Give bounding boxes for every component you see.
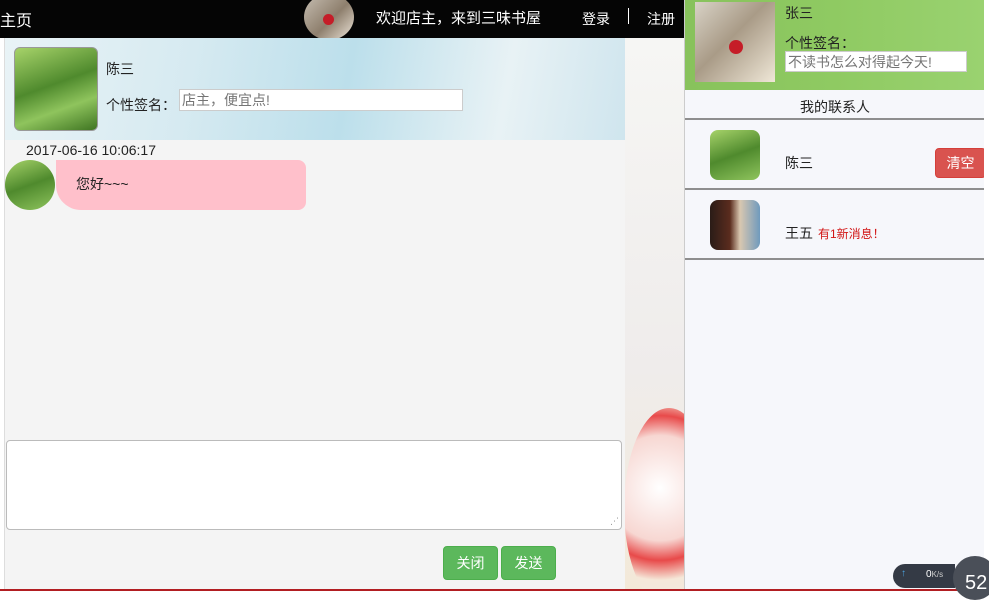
my-avatar — [695, 2, 775, 82]
new-message-badge: 有1新消息！ — [818, 227, 885, 241]
contacts-title: 我的联系人 — [800, 99, 870, 115]
my-signature-label: 个性签名： — [785, 35, 855, 51]
chat-header: 陈三 个性签名： — [5, 38, 625, 140]
message-timestamp: 2017-06-16 10:06:17 — [26, 142, 156, 158]
net-speed-widget: ↑ 0K/s — [893, 564, 955, 588]
contact-avatar — [710, 200, 760, 250]
contact-item[interactable]: 王五 有1新消息！ — [685, 188, 985, 260]
message-compose-textarea[interactable]: ⋰ — [6, 440, 622, 530]
upload-arrow-icon: ↑ — [901, 568, 906, 579]
my-profile-header: 张三 个性签名： — [685, 0, 985, 90]
page-edge — [984, 0, 989, 591]
message-text: 您好~~~ — [76, 176, 129, 192]
flower-decoration — [624, 408, 684, 591]
contact-item[interactable]: 陈三 清空 — [685, 118, 986, 188]
contacts-panel: 张三 个性签名： 我的联系人 陈三 清空 王五 有1新消息！ — [684, 0, 986, 591]
dial-value: 52 — [965, 572, 988, 594]
close-button[interactable]: 关闭 — [443, 546, 498, 580]
login-link[interactable]: 登录 — [582, 9, 610, 29]
nav-divider — [628, 8, 629, 24]
partner-signature-label: 个性签名： — [106, 97, 176, 113]
contact-name: 陈三 — [785, 155, 813, 171]
rose-decoration — [729, 40, 743, 54]
background-flower-image — [624, 38, 684, 591]
message-bubble: 您好~~~ — [56, 160, 306, 210]
my-name: 张三 — [785, 5, 813, 21]
partner-avatar — [14, 47, 98, 131]
contact-name: 王五 — [785, 225, 813, 241]
message-avatar — [5, 160, 55, 210]
rose-decoration — [323, 14, 334, 25]
chat-window: 陈三 个性签名： 2017-06-16 10:06:17 您好~~~ ⋰ 关闭 … — [4, 38, 625, 591]
send-button[interactable]: 发送 — [501, 546, 556, 580]
partner-signature-input[interactable] — [179, 89, 463, 111]
home-link[interactable]: 主页 — [0, 7, 32, 31]
welcome-text: 欢迎店主，来到三味书屋 — [376, 10, 542, 27]
register-link[interactable]: 注册 — [647, 9, 675, 29]
my-signature-input[interactable] — [785, 51, 967, 72]
net-speed-value: 0K/s — [926, 569, 944, 580]
resize-grip-icon[interactable]: ⋰ — [610, 516, 619, 527]
speed-dial: 52 — [953, 556, 989, 600]
partner-name: 陈三 — [106, 61, 134, 77]
user-avatar[interactable] — [304, 0, 354, 40]
clear-button[interactable]: 清空 — [935, 148, 986, 178]
contact-avatar — [710, 130, 760, 180]
